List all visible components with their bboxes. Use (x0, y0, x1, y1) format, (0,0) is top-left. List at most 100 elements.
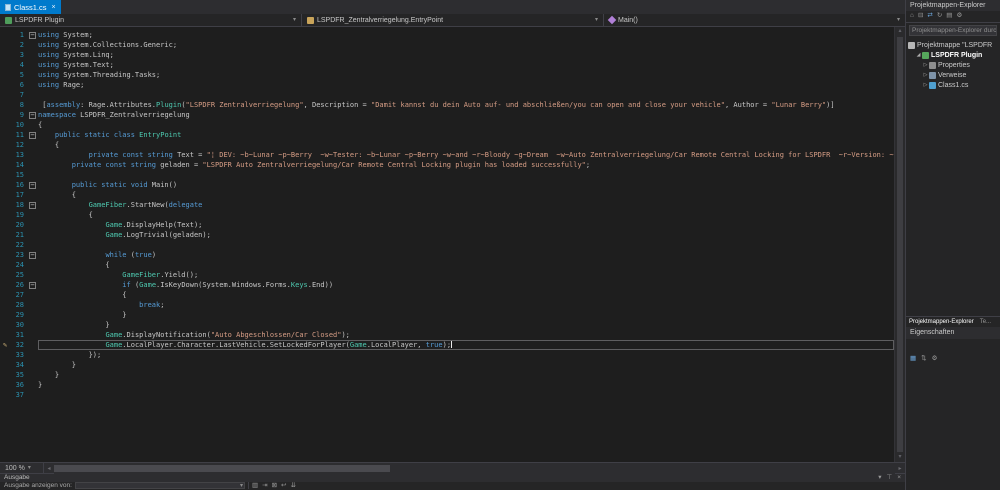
code-text[interactable]: [assembly: Rage.Attributes.Plugin("LSPDF… (38, 100, 894, 110)
tree-collapsed-icon[interactable]: ▷ (922, 63, 929, 68)
breakpoint-margin[interactable] (0, 130, 10, 140)
code-line-23[interactable]: 23− while (true) (0, 250, 894, 260)
code-text[interactable]: using System.Linq; (38, 50, 894, 60)
output-source-icon[interactable]: ▥ (252, 483, 258, 490)
code-text[interactable]: Game.LogTrivial(geladen); (38, 230, 894, 240)
code-line-8[interactable]: 8 [assembly: Rage.Attributes.Plugin("LSP… (0, 100, 894, 110)
breakpoint-margin[interactable] (0, 200, 10, 210)
tree-collapsed-icon[interactable]: ▷ (922, 83, 929, 88)
breakpoint-margin[interactable] (0, 260, 10, 270)
breakpoint-margin[interactable] (0, 290, 10, 300)
code-line-5[interactable]: 5using System.Threading.Tasks; (0, 70, 894, 80)
code-line-35[interactable]: 35 } (0, 370, 894, 380)
collapse-all-icon[interactable]: ⊟ (918, 13, 923, 20)
member-dropdown[interactable]: Main() ▾ (604, 14, 905, 26)
vertical-scrollbar[interactable]: ▴ ▾ (894, 27, 905, 462)
horizontal-scroll-thumb[interactable] (54, 465, 390, 472)
code-line-14[interactable]: 14 private const string geladen = "LSPDF… (0, 160, 894, 170)
tree-item-verweise[interactable]: ▷Verweise (906, 70, 1000, 80)
code-line-17[interactable]: 17 { (0, 190, 894, 200)
code-line-21[interactable]: 21 Game.LogTrivial(geladen); (0, 230, 894, 240)
code-text[interactable]: } (38, 370, 894, 380)
type-dropdown[interactable]: LSPDFR_Zentralverriegelung.EntryPoint ▾ (302, 14, 604, 26)
code-line-6[interactable]: 6using Rage; (0, 80, 894, 90)
code-line-13[interactable]: 13 private const string Text = "¦ DEV: ~… (0, 150, 894, 160)
breakpoint-margin[interactable] (0, 100, 10, 110)
close-icon[interactable]: × (897, 475, 901, 482)
fold-collapse-icon[interactable]: − (29, 32, 36, 39)
breakpoint-margin[interactable] (0, 90, 10, 100)
breakpoint-margin[interactable] (0, 240, 10, 250)
window-position-icon[interactable]: ▾ (878, 475, 881, 482)
code-line-36[interactable]: 36} (0, 380, 894, 390)
code-text[interactable]: } (38, 380, 894, 390)
breakpoint-margin[interactable] (0, 30, 10, 40)
breakpoint-margin[interactable] (0, 180, 10, 190)
breakpoint-margin[interactable] (0, 280, 10, 290)
word-wrap-icon[interactable]: ↩ (281, 483, 286, 490)
scroll-up-icon[interactable]: ▴ (895, 27, 905, 36)
breakpoint-margin[interactable] (0, 390, 10, 400)
code-line-1[interactable]: 1−using System; (0, 30, 894, 40)
code-line-18[interactable]: 18− GameFiber.StartNew(delegate (0, 200, 894, 210)
code-text[interactable] (38, 170, 894, 180)
code-line-9[interactable]: 9−namespace LSPDFR_Zentralverriegelung (0, 110, 894, 120)
code-line-27[interactable]: 27 { (0, 290, 894, 300)
show-all-files-icon[interactable]: ▤ (946, 13, 952, 20)
code-line-37[interactable]: 37 (0, 390, 894, 400)
code-text[interactable]: Game.DisplayNotification("Auto Abgeschlo… (38, 330, 894, 340)
breakpoint-margin[interactable] (0, 210, 10, 220)
fold-collapse-icon[interactable]: − (29, 202, 36, 209)
scroll-right-icon[interactable]: ▸ (895, 465, 905, 472)
horizontal-scrollbar[interactable] (54, 463, 895, 474)
tree-item-project-lspdfr-plugin[interactable]: ◢LSPDFR Plugin (906, 50, 1000, 60)
fold-collapse-icon[interactable]: − (29, 132, 36, 139)
tree-item-class1-cs[interactable]: ▷Class1.cs (906, 80, 1000, 90)
solution-search-input[interactable]: Projektmappen-Explorer durch... (909, 25, 997, 36)
zoom-control[interactable]: 100 % ▾ (0, 463, 44, 474)
tree-item-properties[interactable]: ▷Properties (906, 60, 1000, 70)
breakpoint-margin[interactable] (0, 60, 10, 70)
autoscroll-icon[interactable]: ⇊ (290, 483, 295, 490)
tab-class1-cs[interactable]: Class1.cs × (0, 0, 61, 14)
code-text[interactable]: { (38, 260, 894, 270)
breakpoint-margin[interactable]: ✎ (0, 340, 10, 350)
code-text[interactable]: { (38, 210, 894, 220)
breakpoint-margin[interactable] (0, 190, 10, 200)
categorized-icon[interactable]: ▦ (910, 356, 916, 363)
scroll-down-icon[interactable]: ▾ (895, 453, 905, 462)
code-text[interactable]: using System.Text; (38, 60, 894, 70)
breakpoint-margin[interactable] (0, 220, 10, 230)
fold-collapse-icon[interactable]: − (29, 252, 36, 259)
code-line-19[interactable]: 19 { (0, 210, 894, 220)
project-dropdown[interactable]: LSPDFR Plugin ▾ (0, 14, 302, 26)
breakpoint-margin[interactable] (0, 300, 10, 310)
code-line-26[interactable]: 26− if (Game.IsKeyDown(System.Windows.Fo… (0, 280, 894, 290)
breakpoint-margin[interactable] (0, 320, 10, 330)
breakpoint-margin[interactable] (0, 330, 10, 340)
tree-collapsed-icon[interactable]: ▷ (922, 73, 929, 78)
code-line-12[interactable]: 12 { (0, 140, 894, 150)
home-icon[interactable]: ⌂ (910, 13, 914, 20)
breakpoint-margin[interactable] (0, 360, 10, 370)
clear-all-icon[interactable]: ⊠ (272, 483, 277, 490)
pin-icon[interactable]: ⊤ (887, 475, 893, 482)
breakpoint-margin[interactable] (0, 270, 10, 280)
code-text[interactable]: while (true) (38, 250, 894, 260)
code-line-7[interactable]: 7 (0, 90, 894, 100)
code-text[interactable]: using System; (38, 30, 894, 40)
code-text[interactable]: public static class EntryPoint (38, 130, 894, 140)
sidebar-tab-0[interactable]: Projektmappen-Explorer (906, 319, 977, 325)
code-line-28[interactable]: 28 break; (0, 300, 894, 310)
fold-collapse-icon[interactable]: − (29, 182, 36, 189)
code-text[interactable]: { (38, 190, 894, 200)
code-text[interactable]: public static void Main() (38, 180, 894, 190)
refresh-icon[interactable]: ↻ (937, 13, 942, 20)
code-line-3[interactable]: 3using System.Linq; (0, 50, 894, 60)
breakpoint-margin[interactable] (0, 70, 10, 80)
code-text[interactable]: { (38, 140, 894, 150)
code-line-32[interactable]: ✎32 Game.LocalPlayer.Character.LastVehic… (0, 340, 894, 350)
breakpoint-margin[interactable] (0, 120, 10, 130)
sidebar-tab-1[interactable]: Te... (977, 319, 994, 325)
breakpoint-margin[interactable] (0, 150, 10, 160)
